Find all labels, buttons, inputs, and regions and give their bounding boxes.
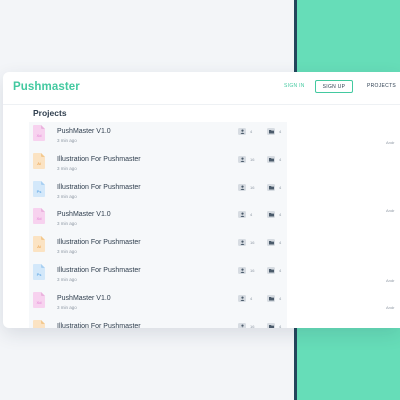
xd-file-icon: Xd [33,208,45,225]
project-time: 3 min ago [57,221,77,227]
page-title: Projects [33,108,67,118]
folder-icon [267,239,275,247]
svg-text:Ps: Ps [37,272,42,277]
right-column-label: Andr [386,208,395,213]
user-count: 4 [250,212,253,218]
folder-count: 4 [279,184,282,190]
ps-file-icon: Ps [33,180,45,197]
user-count: 16 [250,240,255,246]
project-row[interactable]: Ai Illustration For Pushmaster 3 min ago 16… [33,236,293,262]
project-title[interactable]: PushMaster V1.0 [57,211,111,218]
user-count: 4 [250,129,253,134]
project-time: 3 min ago [57,304,77,310]
folder-count: 4 [279,295,282,301]
user-count: 4 [250,295,253,301]
xd-file-icon: Xd [33,291,45,308]
project-row[interactable]: Xd PushMaster V1.0 3 min ago 4 4 [33,291,293,318]
project-title[interactable]: PushMaster V1.0 [57,128,111,135]
folder-count: 4 [279,129,282,134]
ai-file-icon: Ai [33,319,45,328]
folder-count: 4 [279,268,282,273]
sign-up-button[interactable]: SIGN UP [315,80,353,93]
folder-icon [267,211,275,219]
user-icon [238,183,246,191]
folder-icon [267,155,275,163]
user-icon [238,267,246,274]
folder-icon [267,128,275,135]
svg-text:Ai: Ai [37,161,41,166]
user-count: 16 [250,323,255,328]
ps-file-icon: Ps [33,264,45,280]
project-row[interactable]: Xd PushMaster V1.0 3 min ago 4 4 [33,208,293,234]
svg-text:Xd: Xd [37,216,42,221]
folder-icon [267,294,275,302]
project-title[interactable]: Illustration For Pushmaster [57,184,141,191]
user-icon [238,294,246,302]
folder-count: 4 [279,240,282,246]
svg-text:Xd: Xd [37,300,42,305]
svg-text:Ps: Ps [37,189,42,194]
project-title[interactable]: Illustration For Pushmaster [57,323,141,328]
project-row[interactable]: Ai Illustration For Pushmaster 3 min ago 16… [33,152,293,179]
project-row[interactable]: Ps Illustration For Pushmaster 3 min ago 16… [33,264,293,290]
top-navbar: Pushmaster SIGN IN SIGN UP PROJECTS [3,72,400,105]
project-title[interactable]: Illustration For Pushmaster [57,239,141,246]
user-icon [238,128,246,135]
folder-count: 4 [279,156,282,162]
user-count: 16 [250,184,255,190]
svg-text:Ai: Ai [37,244,41,249]
ai-file-icon: Ai [33,236,45,253]
project-time: 3 min ago [57,165,77,171]
app-window: Pushmaster SIGN IN SIGN UP PROJECTS Proj… [3,72,400,328]
ai-file-icon: Ai [33,152,45,169]
folder-count: 4 [279,323,282,328]
project-row[interactable]: Xd PushMaster V1.0 3 min ago 4 4 [33,125,293,151]
project-row[interactable]: AiIllustration For Pushmaster3 min ago16… [33,319,293,328]
folder-icon [267,267,275,274]
project-time: 3 min ago [57,193,77,199]
project-title[interactable]: Illustration For Pushmaster [57,156,141,163]
user-icon [238,322,246,328]
right-column-label: Andr [386,278,395,283]
project-time: 3 min ago [57,277,77,282]
user-icon [238,211,246,219]
right-column-label: Andr [386,305,395,310]
folder-count: 4 [279,212,282,218]
project-title[interactable]: PushMaster V1.0 [57,295,111,302]
folder-icon [267,183,275,191]
folder-icon [267,322,275,328]
projects-link[interactable]: PROJECTS [367,83,396,89]
project-time: 3 min ago [57,138,77,143]
brand-logo[interactable]: Pushmaster [13,81,80,93]
xd-file-icon: Xd [33,125,45,141]
user-count: 16 [250,156,255,162]
sign-in-link[interactable]: SIGN IN [284,83,305,89]
user-count: 16 [250,268,255,273]
right-column-label: Andr [386,140,395,145]
svg-text:Xd: Xd [37,133,42,138]
project-title[interactable]: Illustration For Pushmaster [57,267,141,274]
user-icon [238,239,246,247]
user-icon [238,155,246,163]
project-row[interactable]: Ps Illustration For Pushmaster 3 min ago 16… [33,180,293,207]
project-time: 3 min ago [57,249,77,255]
